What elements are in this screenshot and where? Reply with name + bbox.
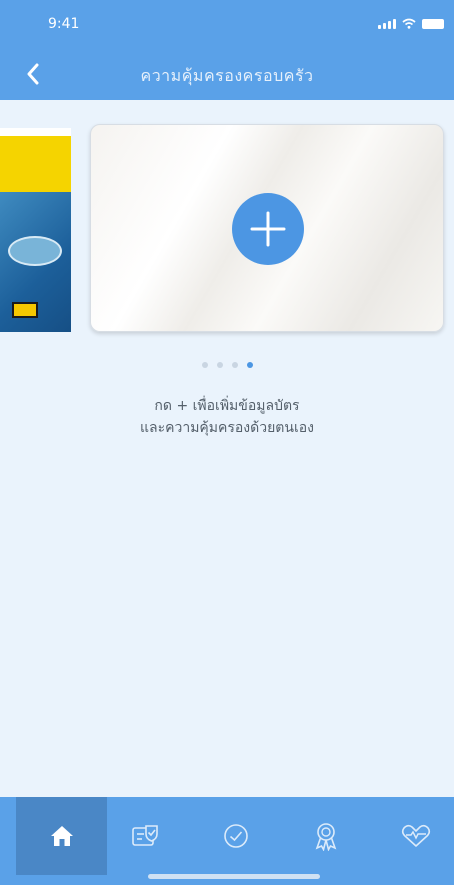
page-title: ความคุ้มครองครอบครัว <box>140 66 314 85</box>
wifi-icon <box>402 18 416 29</box>
home-indicator <box>148 874 320 879</box>
card-banner <box>0 136 71 192</box>
add-card-placeholder[interactable] <box>90 124 444 332</box>
page-dot-active[interactable] <box>246 362 253 368</box>
tab-health[interactable] <box>370 797 454 875</box>
tab-rewards[interactable] <box>280 797 371 875</box>
card-check-icon <box>131 825 158 846</box>
hint-line-2: และความคุ้มครองด้วยตนเอง <box>139 420 314 436</box>
add-card-hint: กด + เพื่อเพิ่มข้อมูลบัตร และความคุ้มครอ… <box>0 395 454 439</box>
page-dot[interactable] <box>201 362 208 368</box>
home-icon <box>50 826 73 846</box>
card-badge <box>12 302 38 318</box>
check-circle-icon <box>223 824 248 848</box>
page-dot[interactable] <box>231 362 238 368</box>
heart-pulse-icon <box>401 824 430 847</box>
tab-home[interactable] <box>16 797 107 875</box>
status-icons <box>378 18 444 29</box>
app-header: 9:41 ความคุ้มครองครอบครัว <box>0 0 454 100</box>
hint-line-1: กด + เพื่อเพิ่มข้อมูลบัตร <box>154 398 300 414</box>
tab-claims[interactable] <box>190 797 281 875</box>
card-logo <box>8 236 62 266</box>
card-stripe <box>0 128 71 136</box>
carousel-pagination <box>0 362 454 368</box>
page-dot[interactable] <box>216 362 223 368</box>
battery-icon <box>422 19 444 29</box>
status-time: 9:41 <box>48 16 80 32</box>
plus-icon <box>250 211 286 247</box>
tab-cards[interactable] <box>100 797 191 875</box>
signal-icon <box>378 19 396 29</box>
add-card-button[interactable] <box>232 193 304 265</box>
bottom-tab-bar <box>0 797 454 885</box>
award-icon <box>315 823 336 851</box>
insurance-card-preview[interactable] <box>0 128 71 332</box>
